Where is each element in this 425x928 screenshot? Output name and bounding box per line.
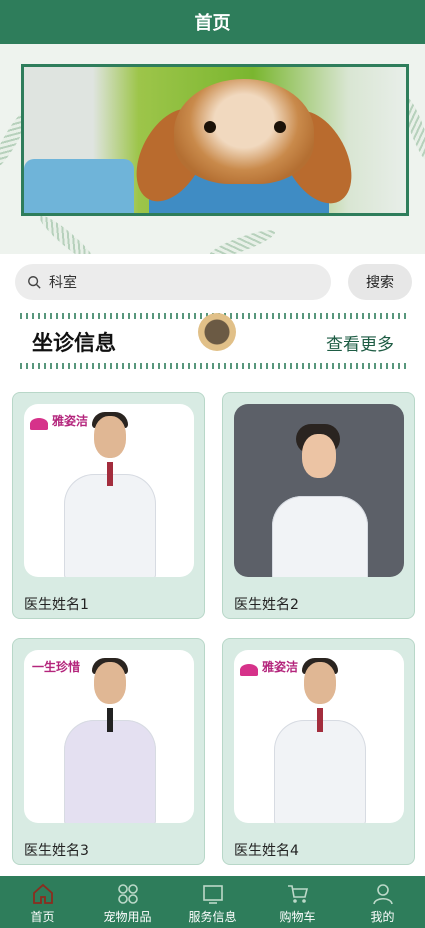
tab-cart[interactable]: 购物车 bbox=[255, 876, 340, 928]
tab-label: 我的 bbox=[370, 910, 395, 924]
doctor-photo: 一生珍惜 bbox=[24, 650, 194, 823]
doctor-name: 医生姓名3 bbox=[24, 843, 89, 859]
tab-label: 购物车 bbox=[279, 910, 316, 924]
doctor-card[interactable]: 雅姿洁 医生姓名4 bbox=[222, 638, 415, 865]
brand-logo-text: 一生珍惜 bbox=[32, 660, 81, 674]
doctor-card[interactable]: 雅姿洁 医生姓名1 bbox=[12, 392, 205, 619]
brand-logo-text: 雅姿洁 bbox=[262, 660, 299, 674]
doctor-name: 医生姓名2 bbox=[234, 597, 299, 613]
doctor-name: 医生姓名1 bbox=[24, 597, 89, 613]
search-row: 搜索 bbox=[0, 262, 425, 302]
doctor-card[interactable]: 医生姓名2 bbox=[222, 392, 415, 619]
search-input[interactable] bbox=[47, 273, 311, 291]
user-icon bbox=[372, 884, 393, 905]
tab-mine[interactable]: 我的 bbox=[340, 876, 425, 928]
section-title: 坐诊信息 bbox=[32, 331, 116, 355]
doctor-photo bbox=[234, 404, 404, 577]
banner-area bbox=[0, 44, 425, 254]
tab-home[interactable]: 首页 bbox=[0, 876, 85, 928]
leaf-decoration bbox=[35, 211, 99, 254]
doctor-name: 医生姓名4 bbox=[234, 843, 299, 859]
section-header: 坐诊信息 查看更多 bbox=[20, 313, 406, 369]
tab-label: 宠物用品 bbox=[103, 910, 152, 924]
tab-label: 首页 bbox=[30, 910, 55, 924]
banner-image[interactable] bbox=[21, 64, 409, 216]
search-button[interactable]: 搜索 bbox=[348, 264, 412, 300]
doctor-card[interactable]: 一生珍惜 医生姓名3 bbox=[12, 638, 205, 865]
leaf-decoration bbox=[206, 225, 278, 254]
search-box[interactable] bbox=[15, 264, 331, 300]
chevron-divider-bottom bbox=[20, 363, 406, 369]
view-more-link[interactable]: 查看更多 bbox=[326, 330, 394, 355]
tab-service-info[interactable]: 服务信息 bbox=[170, 876, 255, 928]
home-icon bbox=[32, 883, 53, 904]
tab-pet-supplies[interactable]: 宠物用品 bbox=[85, 876, 170, 928]
brand-logo-text: 雅姿洁 bbox=[52, 414, 89, 428]
grid-icon bbox=[117, 884, 138, 904]
cart-icon bbox=[287, 885, 308, 903]
tab-label: 服务信息 bbox=[188, 910, 237, 924]
bottom-tab-bar: 首页 宠物用品 服务信息 购物车 我的 bbox=[0, 876, 425, 928]
app-header: 首页 bbox=[0, 0, 425, 44]
search-icon bbox=[28, 276, 41, 289]
doctor-photo: 雅姿洁 bbox=[234, 650, 404, 823]
decorative-dot bbox=[198, 313, 236, 351]
doctor-photo: 雅姿洁 bbox=[24, 404, 194, 577]
page-title: 首页 bbox=[194, 13, 231, 34]
monitor-icon bbox=[202, 885, 223, 904]
